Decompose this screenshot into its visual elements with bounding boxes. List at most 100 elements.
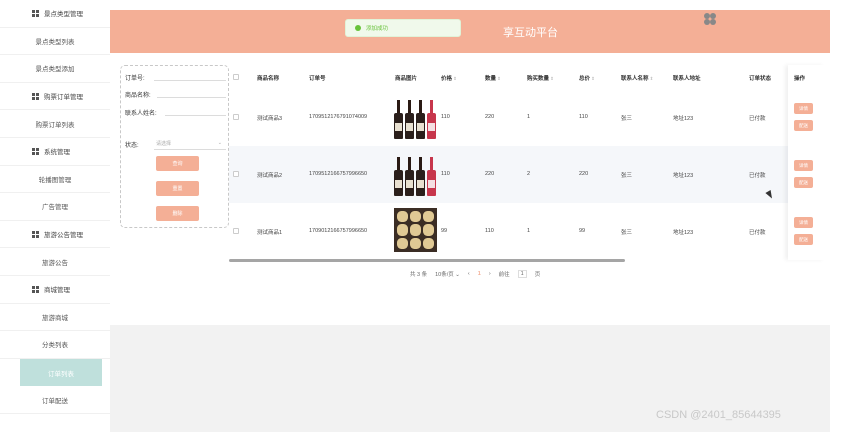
row-checkbox[interactable] xyxy=(233,114,239,120)
sidebar-item[interactable]: 旅游公告 xyxy=(0,248,110,276)
chevron-down-icon: ⌄ xyxy=(217,140,222,146)
cell-price: 99 xyxy=(441,228,448,234)
cell-buy-quantity: 1 xyxy=(527,228,531,234)
cell-order-status: 已付款 xyxy=(749,230,766,236)
goto-page-input[interactable]: 1 xyxy=(517,270,527,278)
cell-quantity: 110 xyxy=(485,228,494,234)
top-header: 添加成功 享互动平台 xyxy=(110,10,830,53)
prev-page-icon[interactable]: ‹ xyxy=(468,271,470,277)
product-name-label: 商品名称: xyxy=(125,93,151,99)
grid-icon xyxy=(32,9,40,17)
page-unit: 页 xyxy=(534,272,541,278)
cell-contact-address: 地址123 xyxy=(673,173,694,179)
sidebar-item[interactable]: 分类列表 xyxy=(0,331,110,359)
cell-contact-name: 张三 xyxy=(621,116,633,122)
next-page-icon[interactable]: › xyxy=(489,271,491,277)
wine-bottles-image xyxy=(394,152,437,196)
row-checkbox[interactable] xyxy=(233,171,239,177)
cell-total: 99 xyxy=(579,228,586,234)
cell-order-status: 已付款 xyxy=(749,173,766,179)
watermark: CSDN @2401_85644395 xyxy=(656,409,781,421)
cell-price: 110 xyxy=(441,114,450,120)
settings-icon[interactable] xyxy=(703,12,717,26)
table-header: 商品名称 订单号 商品图片 价格⇕ 数量⇕ 购买数量⇕ 总价⇕ 联系人名称⇕ 联… xyxy=(229,65,825,89)
sidebar-item[interactable]: 订单配送 xyxy=(0,386,110,414)
toast-message: 添加成功 xyxy=(366,26,389,32)
sidebar-item[interactable]: 购票订单列表 xyxy=(0,110,110,138)
cell-order-status: 已付款 xyxy=(749,116,766,122)
cell-quantity: 220 xyxy=(485,171,495,177)
ship-button[interactable]: 配送 xyxy=(794,120,813,131)
detail-button[interactable]: 详情 xyxy=(794,160,813,171)
col-price[interactable]: 价格⇕ xyxy=(441,74,457,82)
cell-contact-name: 张三 xyxy=(621,230,633,236)
ship-button[interactable]: 配送 xyxy=(794,177,813,188)
col-buy-quantity[interactable]: 购买数量⇕ xyxy=(527,74,554,82)
col-order-status: 订单状态 xyxy=(749,76,772,82)
cell-product-name: 测试商品3 xyxy=(257,116,283,122)
contact-input[interactable] xyxy=(165,115,226,116)
cell-total: 110 xyxy=(579,114,588,120)
sidebar-item[interactable]: 轮播图管理 xyxy=(0,166,110,194)
sidebar: 景点类型管理景点类型列表 景点类型添加购票订单管理购票订单列表系统管理轮播图管理广… xyxy=(0,0,110,432)
cell-buy-quantity: 1 xyxy=(527,114,531,120)
sidebar-group-label: 景点类型管理 xyxy=(44,11,83,19)
page-size-select[interactable]: 10条/页 ⌄ xyxy=(435,270,460,278)
query-button[interactable]: 查询 xyxy=(156,156,199,171)
col-contact-name[interactable]: 联系人名称⇕ xyxy=(621,74,653,82)
horizontal-scrollbar[interactable] xyxy=(229,259,625,262)
current-page[interactable]: 1 xyxy=(478,271,481,277)
cell-product-name: 测试商品1 xyxy=(257,230,283,236)
cell-order-no: 1709012166757996650 xyxy=(309,228,368,234)
sidebar-group[interactable]: 购票订单管理 xyxy=(0,83,110,111)
delete-button[interactable]: 删除 xyxy=(156,206,199,221)
status-select[interactable]: 请选择 ⌄ xyxy=(154,137,226,150)
wine-bottles-image xyxy=(394,95,437,139)
status-placeholder: 请选择 xyxy=(156,140,172,147)
pagination: 共 3 条 10条/页 ⌄ ‹ 1 › 前往 1 页 xyxy=(410,270,540,278)
sidebar-group[interactable]: 系统管理 xyxy=(0,138,110,166)
product-name-input[interactable] xyxy=(157,97,226,98)
sidebar-item[interactable]: 旅游商城 xyxy=(0,304,110,332)
col-total[interactable]: 总价⇕ xyxy=(579,74,595,82)
cell-product-name: 测试商品2 xyxy=(257,173,283,179)
grid-icon xyxy=(32,230,40,238)
sidebar-group-label: 系统管理 xyxy=(44,149,70,157)
action-column: 操作 详情 配送 详情 配送 详情 配送 xyxy=(788,65,825,260)
sidebar-item[interactable]: 订单列表 xyxy=(20,358,102,387)
detail-button[interactable]: 详情 xyxy=(794,217,813,228)
table-row[interactable]: 测试商品1 1709012166757996650 99 110 1 99 张三… xyxy=(229,203,825,260)
sidebar-group[interactable]: 景点类型管理 xyxy=(0,0,110,28)
cell-buy-quantity: 2 xyxy=(527,171,531,177)
sidebar-item[interactable]: 景点类型添加 xyxy=(0,55,110,83)
table-row[interactable]: 测试商品2 1709512166757996650 110 220 2 220 … xyxy=(229,146,825,203)
contact-label: 联系人姓名: xyxy=(125,111,157,117)
row-checkbox[interactable] xyxy=(233,228,239,234)
cell-quantity: 220 xyxy=(485,114,495,120)
sidebar-group[interactable]: 商城管理 xyxy=(0,276,110,304)
reset-button[interactable]: 重置 xyxy=(156,181,199,196)
sidebar-group[interactable]: 旅游公告管理 xyxy=(0,221,110,249)
ship-button[interactable]: 配送 xyxy=(794,234,813,245)
detail-button[interactable]: 详情 xyxy=(794,103,813,114)
cell-total: 220 xyxy=(579,171,589,177)
col-product-image: 商品图片 xyxy=(395,76,418,82)
grid-icon xyxy=(32,92,40,100)
app-title: 享互动平台 xyxy=(503,27,558,39)
total-count: 共 3 条 xyxy=(410,272,428,278)
cell-contact-address: 地址123 xyxy=(673,116,694,122)
sidebar-group-label: 购票订单管理 xyxy=(44,94,83,102)
check-circle-icon xyxy=(355,25,361,31)
sidebar-group-label: 旅游公告管理 xyxy=(44,232,83,240)
table-row[interactable]: 测试商品3 1709512176791074009 110 220 1 110 … xyxy=(229,89,825,146)
orders-table: 商品名称 订单号 商品图片 价格⇕ 数量⇕ 购买数量⇕ 总价⇕ 联系人名称⇕ 联… xyxy=(229,65,825,260)
cell-order-no: 1709512176791074009 xyxy=(309,114,368,120)
sidebar-item[interactable]: 景点类型列表 xyxy=(0,28,110,56)
select-all-checkbox[interactable] xyxy=(233,74,239,80)
sidebar-group-label: 商城管理 xyxy=(44,287,70,295)
search-form: 订单号: 商品名称: 联系人姓名: 状态: 请选择 ⌄ 查询 重置 删除 xyxy=(120,65,229,228)
sidebar-item[interactable]: 广告管理 xyxy=(0,193,110,221)
col-quantity[interactable]: 数量⇕ xyxy=(485,74,501,82)
order-no-input[interactable] xyxy=(154,80,226,81)
col-actions: 操作 xyxy=(794,76,806,82)
